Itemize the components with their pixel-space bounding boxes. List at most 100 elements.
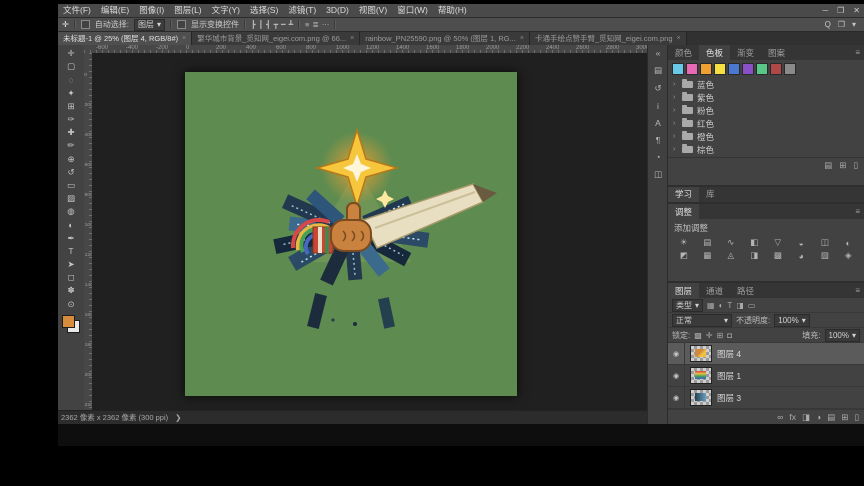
swatch-group-row[interactable]: › 蓝色: [668, 78, 864, 91]
layer-thumbnail[interactable]: [690, 389, 712, 406]
eyedropper-tool-icon[interactable]: ✑: [60, 113, 82, 126]
layer-visibility-eye-icon[interactable]: ◉: [668, 343, 685, 364]
layer-mask-icon[interactable]: ◨: [802, 412, 810, 423]
lasso-tool-icon[interactable]: ◌: [60, 73, 82, 86]
character-panel-icon[interactable]: A: [655, 118, 661, 128]
menu-item[interactable]: 视图(V): [354, 4, 392, 17]
clock-panel-icon[interactable]: ◔: [655, 152, 660, 162]
align-icon[interactable]: ┃: [258, 20, 263, 29]
filter-pixel-icon[interactable]: ▦: [707, 301, 715, 310]
menu-item[interactable]: 文件(F): [58, 4, 96, 17]
clone-stamp-tool-icon[interactable]: ⊕: [60, 153, 82, 166]
align-icon[interactable]: ┫: [266, 20, 271, 29]
tab-close-icon[interactable]: ×: [350, 35, 354, 42]
menu-item[interactable]: 选择(S): [245, 4, 283, 17]
lock-transparency-icon[interactable]: ▩: [694, 331, 702, 340]
expander-icon[interactable]: ›: [673, 94, 678, 101]
search-icon[interactable]: Q: [825, 20, 831, 29]
expander-icon[interactable]: ›: [673, 133, 678, 140]
color-swatch[interactable]: [742, 63, 754, 75]
auto-select-dropdown[interactable]: 图层 ▾: [133, 18, 165, 31]
panel-tab[interactable]: 渐变: [730, 45, 761, 60]
new-layer-icon[interactable]: ⊞: [841, 412, 848, 423]
layer-thumbnail[interactable]: [690, 367, 712, 384]
eraser-tool-icon[interactable]: ▭: [60, 179, 82, 192]
filter-shape-icon[interactable]: ◨: [736, 301, 744, 310]
panel-menu-icon[interactable]: ≡: [855, 45, 864, 60]
swatch-group-row[interactable]: › 棕色: [668, 143, 864, 156]
exposure-icon[interactable]: ◧: [743, 236, 767, 249]
zoom-tool-icon[interactable]: ⊙: [60, 298, 82, 311]
status-popup-arrow-icon[interactable]: ❯: [175, 413, 181, 422]
layer-row[interactable]: ◉ 图层 3: [668, 387, 864, 409]
gradient-tool-icon[interactable]: ▨: [60, 192, 82, 205]
document-tab[interactable]: 繁华城市背景_觅知网_eigei.com.png @ 66... ×: [192, 32, 361, 45]
history-brush-tool-icon[interactable]: ↺: [60, 166, 82, 179]
maximize-icon[interactable]: ❐: [837, 6, 844, 15]
distribute-icon[interactable]: ⋯: [322, 20, 330, 29]
color-swatch[interactable]: [770, 63, 782, 75]
lock-artboard-icon[interactable]: ⊞: [717, 331, 724, 340]
canvas[interactable]: [185, 72, 517, 396]
libraries-panel-icon[interactable]: ◫: [654, 169, 662, 180]
expander-icon[interactable]: ›: [673, 146, 678, 153]
layer-name[interactable]: 图层 1: [717, 370, 741, 382]
marquee-tool-icon[interactable]: ▢: [60, 60, 82, 73]
show-transform-checkbox[interactable]: [176, 20, 186, 29]
panel-tab[interactable]: 库: [699, 187, 722, 202]
menu-item[interactable]: 3D(D): [321, 4, 354, 17]
swatch-group-row[interactable]: › 粉色: [668, 104, 864, 117]
type-tool-icon[interactable]: T: [60, 245, 82, 258]
delete-swatch-icon[interactable]: ▯: [853, 160, 858, 171]
auto-select-checkbox[interactable]: [80, 20, 90, 29]
layer-row[interactable]: ◉ 图层 4: [668, 343, 864, 365]
blur-tool-icon[interactable]: ◍: [60, 205, 82, 218]
tab-close-icon[interactable]: ×: [182, 35, 186, 42]
layer-visibility-eye-icon[interactable]: ◉: [668, 387, 685, 408]
menu-item[interactable]: 编辑(E): [96, 4, 134, 17]
posterize-icon[interactable]: ▩: [766, 249, 790, 262]
channel-mixer-icon[interactable]: ▦: [696, 249, 720, 262]
quick-selection-tool-icon[interactable]: ✦: [60, 87, 82, 100]
filter-type-icon[interactable]: T: [727, 301, 732, 310]
color-lookup-icon[interactable]: ◬: [719, 249, 743, 262]
menu-item[interactable]: 图像(I): [134, 4, 169, 17]
hue-saturation-icon[interactable]: ◒: [790, 236, 814, 249]
document-tab[interactable]: 未标题-1 @ 25% (图层 4, RGB/8#) ×: [58, 32, 193, 45]
tab-close-icon[interactable]: ×: [520, 35, 524, 42]
align-icon[interactable]: ━: [281, 20, 286, 29]
panel-tab[interactable]: 颜色: [668, 45, 699, 60]
swatch-group-row[interactable]: › 橙色: [668, 130, 864, 143]
link-layers-icon[interactable]: ∞: [777, 412, 783, 422]
opacity-dropdown[interactable]: 100% ▾: [774, 313, 810, 327]
menu-item[interactable]: 图层(L): [169, 4, 206, 17]
layer-row[interactable]: ◉ 图层 1: [668, 365, 864, 387]
align-icon[interactable]: ┳: [274, 20, 279, 29]
path-selection-tool-icon[interactable]: ➤: [60, 258, 82, 271]
info-panel-icon[interactable]: i: [657, 101, 659, 111]
gradient-map-icon[interactable]: ▨: [813, 249, 837, 262]
layer-name[interactable]: 图层 3: [717, 392, 741, 404]
delete-layer-icon[interactable]: ▯: [854, 412, 859, 423]
histogram-panel-icon[interactable]: ▤: [654, 65, 662, 76]
pen-tool-icon[interactable]: ✒: [60, 232, 82, 245]
lock-all-icon[interactable]: ◘: [727, 331, 732, 340]
layer-filter-dropdown[interactable]: 类型 ▾: [672, 298, 704, 312]
shape-tool-icon[interactable]: ◻: [60, 271, 82, 284]
panel-tab[interactable]: 学习: [668, 186, 700, 202]
black-white-icon[interactable]: ◐: [837, 236, 861, 249]
align-icon[interactable]: ┻: [289, 20, 294, 29]
invert-icon[interactable]: ◨: [743, 249, 767, 262]
photo-filter-icon[interactable]: ◩: [672, 249, 696, 262]
swatch-group-row[interactable]: › 紫色: [668, 91, 864, 104]
align-icon[interactable]: ┣: [251, 20, 256, 29]
expander-icon[interactable]: ›: [673, 107, 678, 114]
fill-dropdown[interactable]: 100% ▾: [824, 328, 860, 342]
brush-tool-icon[interactable]: ✏: [60, 139, 82, 152]
selective-color-icon[interactable]: ◈: [837, 249, 861, 262]
menu-item[interactable]: 文字(Y): [207, 4, 245, 17]
vibrance-icon[interactable]: ▽: [766, 236, 790, 249]
panel-tab[interactable]: 图层: [668, 283, 700, 298]
new-group-icon[interactable]: ▤: [827, 412, 835, 423]
healing-brush-tool-icon[interactable]: ✚: [60, 126, 82, 139]
